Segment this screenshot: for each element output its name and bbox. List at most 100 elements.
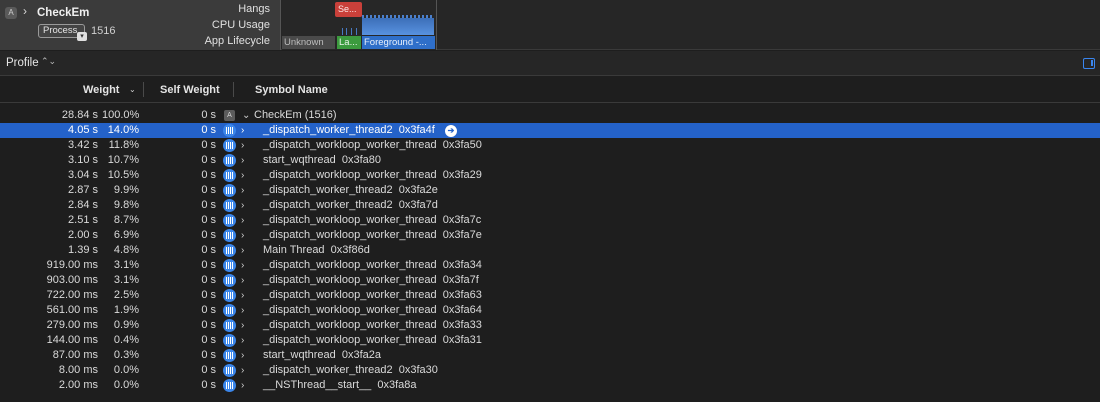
call-tree-row[interactable]: 561.00 ms 1.9% 0 s › _dispatch_workloop_work… [0,303,1100,318]
call-tree-row[interactable]: 144.00 ms 0.4% 0 s › _dispatch_workloop_work… [0,333,1100,348]
symbol-name: _dispatch_workloop_worker_thread 0x3fa7e [263,229,482,241]
disclosure-closed-icon[interactable]: › [241,318,255,333]
thread-icon [223,184,236,197]
thread-icon [223,229,236,242]
column-header-symbol-name[interactable]: Symbol Name [255,84,328,96]
symbol-name: _dispatch_workloop_worker_thread 0x3fa7c [263,214,482,226]
weight-percent: 9.9% [113,184,139,196]
self-weight-value: 0 s [201,199,216,211]
call-tree-row[interactable]: 722.00 ms 2.5% 0 s › _dispatch_workloop_work… [0,288,1100,303]
weight-percent: 10.5% [107,169,139,181]
disclosure-closed-icon[interactable]: › [241,333,255,348]
symbol-name: _dispatch_workloop_worker_thread 0x3fa63 [263,289,482,301]
self-weight-value: 0 s [201,349,216,361]
disclosure-closed-icon[interactable]: › [241,213,255,228]
disclosure-closed-icon[interactable]: › [241,153,255,168]
weight-percent: 0.9% [113,319,139,331]
call-tree-row[interactable]: 8.00 ms 0.0% 0 s › _dispatch_worker_thread2 … [0,363,1100,378]
call-tree: 28.84 s 100.0% 0 s A ⌄ CheckEm (1516) 4.… [0,108,1100,393]
call-tree-row[interactable]: 2.51 s 8.7% 0 s › _dispatch_workloop_worker_… [0,213,1100,228]
weight-value: 2.87 s [68,184,98,196]
disclosure-closed-icon[interactable]: › [241,228,255,243]
profile-mode-popup[interactable]: Profile [6,57,39,69]
sort-chevron-down-icon[interactable]: ⌄ [129,85,136,94]
self-weight-value: 0 s [201,124,216,136]
call-tree-row[interactable]: 903.00 ms 3.1% 0 s › _dispatch_workloop_work… [0,273,1100,288]
call-tree-row[interactable]: 2.84 s 9.8% 0 s › _dispatch_worker_thread2 0… [0,198,1100,213]
track-graph[interactable]: Se... Unknown La... Foreground -... [282,0,437,50]
weight-value: 919.00 ms [46,259,98,271]
call-tree-row[interactable]: 1.39 s 4.8% 0 s › Main Thread 0x3f86d [0,243,1100,258]
thread-icon [223,334,236,347]
disclosure-closed-icon[interactable]: › [241,198,255,213]
focus-arrow-icon[interactable]: ➔ [445,125,457,137]
weight-value: 8.00 ms [58,364,98,376]
chevron-updown-icon[interactable]: ⌃⌄ [41,56,56,67]
cpu-spike [342,28,343,35]
symbol-name: _dispatch_workloop_worker_thread 0x3fa29 [263,169,482,181]
call-tree-root-row[interactable]: 28.84 s 100.0% 0 s A ⌄ CheckEm (1516) [0,108,1100,123]
chevron-right-icon[interactable]: › [23,4,27,18]
disclosure-closed-icon[interactable]: › [241,258,255,273]
call-tree-row[interactable]: 4.05 s 14.0% 0 s › _dispatch_worker_thread2 … [0,123,1100,138]
weight-percent: 3.1% [113,274,139,286]
column-divider[interactable] [233,82,234,97]
disclosure-closed-icon[interactable]: › [241,243,255,258]
hang-event[interactable]: Se... [335,2,362,17]
self-weight-value: 0 s [201,139,216,151]
disclosure-closed-icon[interactable]: › [241,273,255,288]
self-weight-value: 0 s [201,304,216,316]
symbol-name: _dispatch_workloop_worker_thread 0x3fa64 [263,304,482,316]
self-weight-value: 0 s [201,154,216,166]
weight-value: 1.39 s [68,244,98,256]
disclosure-closed-icon[interactable]: › [241,378,255,393]
self-weight-value: 0 s [201,274,216,286]
call-tree-row[interactable]: 3.04 s 10.5% 0 s › _dispatch_workloop_worker… [0,168,1100,183]
inspector-toggle-icon[interactable] [1083,58,1095,69]
call-tree-row[interactable]: 3.10 s 10.7% 0 s › start_wqthread 0x3fa80 [0,153,1100,168]
column-header-weight[interactable]: Weight [83,84,119,96]
call-tree-row[interactable]: 2.00 s 6.9% 0 s › _dispatch_workloop_worker_… [0,228,1100,243]
weight-value: 2.51 s [68,214,98,226]
thread-icon [223,169,236,182]
cpu-spike [351,28,352,35]
self-weight-value: 0 s [201,214,216,226]
lifecycle-launch[interactable]: La... [337,36,361,49]
disclosure-closed-icon[interactable]: › [241,138,255,153]
call-tree-row[interactable]: 919.00 ms 3.1% 0 s › _dispatch_workloop_work… [0,258,1100,273]
thread-icon [223,349,236,362]
call-tree-row[interactable]: 87.00 ms 0.3% 0 s › start_wqthread 0x3fa2a [0,348,1100,363]
self-weight-value: 0 s [201,259,216,271]
weight-percent: 14.0% [107,124,139,136]
column-header-self-weight[interactable]: Self Weight [160,84,220,96]
weight-percent: 11.8% [108,139,139,151]
self-weight-value: 0 s [201,334,216,346]
disclosure-closed-icon[interactable]: › [241,123,255,138]
disclosure-closed-icon[interactable]: › [241,183,255,198]
disclosure-closed-icon[interactable]: › [241,363,255,378]
lifecycle-foreground[interactable]: Foreground -... [362,36,435,49]
disclosure-closed-icon[interactable]: › [241,303,255,318]
process-icon: A [224,110,235,121]
call-tree-row[interactable]: 2.87 s 9.9% 0 s › _dispatch_worker_thread2 0… [0,183,1100,198]
disclosure-closed-icon[interactable]: › [241,288,255,303]
weight-percent: 2.5% [113,289,139,301]
symbol-name: _dispatch_worker_thread2 0x3fa30 [263,364,438,376]
chevron-down-icon[interactable]: ▾ [77,32,87,41]
cpu-usage-graph[interactable] [362,15,434,35]
weight-value: 2.00 ms [58,379,98,391]
call-tree-row[interactable]: 2.00 ms 0.0% 0 s › __NSThread__start__ 0x3fa… [0,378,1100,393]
process-id: 1516 [91,25,116,37]
weight-percent: 0.4% [113,334,139,346]
symbol-name: _dispatch_workloop_worker_thread 0x3fa31 [263,334,482,346]
column-divider[interactable] [143,82,144,97]
symbol-name: _dispatch_workloop_worker_thread 0x3fa33 [263,319,482,331]
lifecycle-unknown[interactable]: Unknown [282,36,335,49]
weight-percent: 0.3% [113,349,139,361]
disclosure-closed-icon[interactable]: › [241,168,255,183]
disclosure-closed-icon[interactable]: › [241,348,255,363]
weight-value: 903.00 ms [46,274,98,286]
call-tree-row[interactable]: 3.42 s 11.8% 0 s › _dispatch_workloop_worker… [0,138,1100,153]
call-tree-row[interactable]: 279.00 ms 0.9% 0 s › _dispatch_workloop_work… [0,318,1100,333]
thread-icon [223,139,236,152]
